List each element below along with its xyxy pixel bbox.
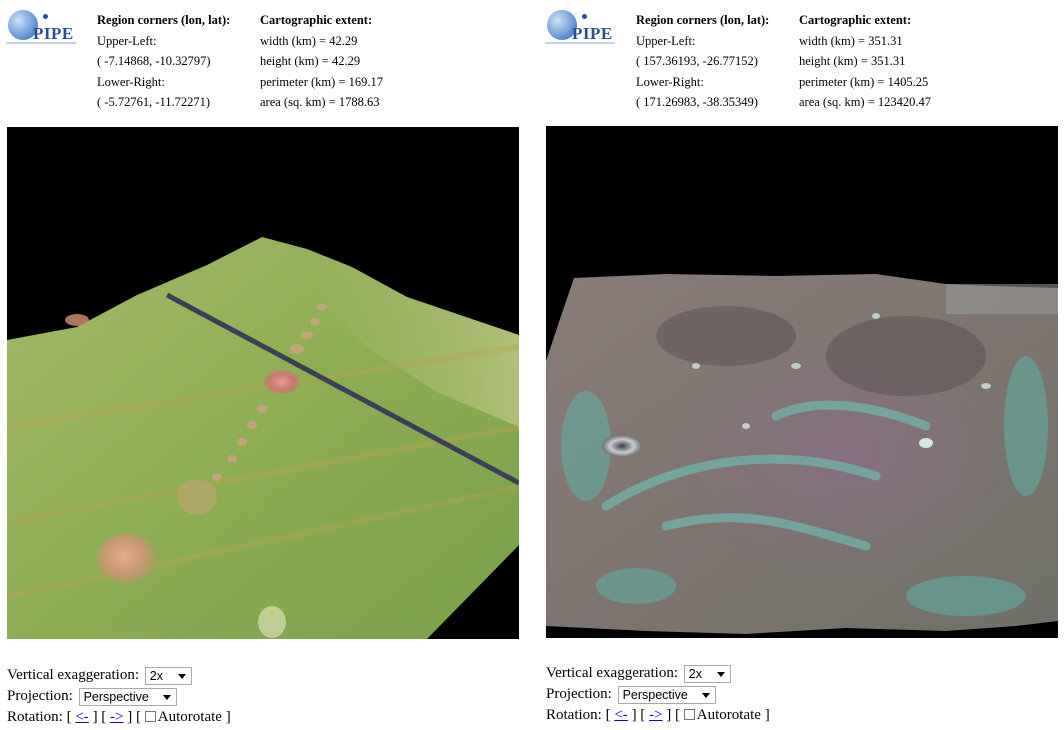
cartographic-extent: Cartographic extent: width (km) = 42.29 … <box>260 10 383 113</box>
vertical-exaggeration-value: 2x <box>149 668 163 683</box>
view-controls: Vertical exaggeration: 2x Projection: Pe… <box>7 666 231 725</box>
upper-left-label: Upper-Left: <box>97 33 157 48</box>
terrain-render <box>7 127 519 639</box>
autorotate-checkbox[interactable] <box>683 709 695 721</box>
rotate-right-link[interactable]: -> <box>649 707 662 723</box>
extent-perimeter: perimeter (km) = 1405.25 <box>799 74 929 89</box>
logo-tagline <box>6 42 76 44</box>
extent-height: height (km) = 42.29 <box>260 54 361 68</box>
projection-value: Perspective <box>622 687 688 702</box>
logo-tagline <box>545 42 615 44</box>
lower-right-label: Lower-Right: <box>636 74 704 89</box>
autorotate-label: Autorotate <box>157 709 222 725</box>
logo-dot <box>43 14 48 19</box>
extent-width: width (km) = 351.31 <box>799 33 903 48</box>
pipe-logo: PIPE <box>6 8 76 46</box>
crater-small <box>65 314 89 326</box>
chevron-down-icon <box>177 673 186 679</box>
vertical-exaggeration-select[interactable]: 2x <box>144 666 192 685</box>
projection-select[interactable]: Perspective <box>78 687 177 706</box>
crater-bottom <box>258 606 286 638</box>
terrain-3d-view[interactable] <box>7 127 519 639</box>
lower-right-label: Lower-Right: <box>97 74 165 89</box>
logo-text: PIPE <box>572 24 613 43</box>
rotation-label: Rotation: <box>7 709 63 725</box>
extent-width: width (km) = 42.29 <box>260 33 358 48</box>
chevron-down-icon <box>701 692 710 698</box>
terrain-render <box>546 126 1058 638</box>
logo-dot <box>582 14 587 19</box>
vertical-exaggeration-value: 2x <box>688 666 702 681</box>
autorotate-label: Autorotate <box>696 707 761 723</box>
projection-value: Perspective <box>83 689 149 704</box>
upper-left-value: ( 157.36193, -26.77152) <box>636 54 758 68</box>
cartographic-extent: Cartographic extent: width (km) = 351.31… <box>799 10 931 113</box>
region-corners-heading: Region corners (lon, lat): <box>636 13 770 27</box>
view-controls: Vertical exaggeration: 2x Projection: Pe… <box>546 664 770 723</box>
vertical-exaggeration-label: Vertical exaggeration: <box>546 665 679 681</box>
rotation-label: Rotation: <box>546 707 602 723</box>
chevron-down-icon <box>716 671 725 677</box>
region-corners: Region corners (lon, lat): Upper-Left: (… <box>636 10 769 113</box>
logo-text: PIPE <box>33 24 74 43</box>
relief-edge <box>946 284 1058 314</box>
projection-label: Projection: <box>546 686 612 702</box>
extent-heading: Cartographic extent: <box>799 13 912 27</box>
projection-select[interactable]: Perspective <box>617 685 716 704</box>
rotate-left-link[interactable]: <- <box>75 709 88 725</box>
viewer-panel-right: PIPE Region corners (lon, lat): Upper-Le… <box>539 0 1059 730</box>
crater-red <box>264 370 300 394</box>
rotate-right-link[interactable]: -> <box>110 709 123 725</box>
crater-main <box>602 435 642 457</box>
crater-mid <box>177 479 217 515</box>
extent-area: area (sq. km) = 1788.63 <box>260 95 380 109</box>
terrain-3d-view[interactable] <box>546 126 1058 638</box>
viewer-panel-left: PIPE Region corners (lon, lat): Upper-Le… <box>0 0 520 730</box>
extent-heading: Cartographic extent: <box>260 13 373 27</box>
region-corners-heading: Region corners (lon, lat): <box>97 13 231 27</box>
autorotate-checkbox[interactable] <box>144 711 156 723</box>
lower-right-value: ( 171.26983, -38.35349) <box>636 95 758 109</box>
crater-right <box>919 438 933 448</box>
crater-large <box>97 533 157 585</box>
extent-area: area (sq. km) = 123420.47 <box>799 95 932 109</box>
chevron-down-icon <box>162 694 171 700</box>
vertical-exaggeration-label: Vertical exaggeration: <box>7 667 140 683</box>
extent-height: height (km) = 351.31 <box>799 54 906 68</box>
upper-left-value: ( -7.14868, -10.32797) <box>97 54 211 68</box>
projection-label: Projection: <box>7 688 73 704</box>
rotate-left-link[interactable]: <- <box>614 707 627 723</box>
extent-perimeter: perimeter (km) = 169.17 <box>260 74 383 89</box>
upper-left-label: Upper-Left: <box>636 33 696 48</box>
pipe-logo: PIPE <box>545 8 615 46</box>
lower-right-value: ( -5.72761, -11.72271) <box>97 95 211 109</box>
region-corners: Region corners (lon, lat): Upper-Left: (… <box>97 10 230 113</box>
vertical-exaggeration-select[interactable]: 2x <box>683 664 731 683</box>
